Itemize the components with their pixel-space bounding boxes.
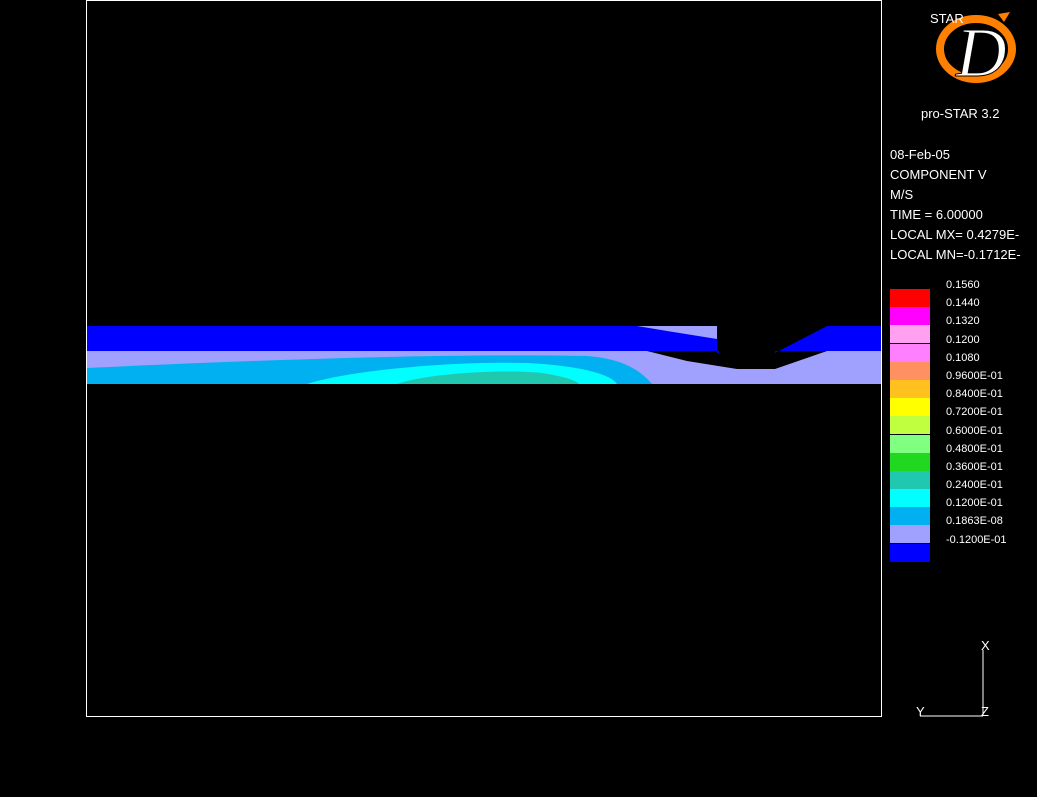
time-label: TIME = 6.00000 <box>890 207 983 222</box>
legend-label: 0.1080 <box>946 351 980 364</box>
legend-swatch <box>890 434 930 453</box>
legend-swatch <box>890 416 930 435</box>
legend-label: 0.1200E-01 <box>946 497 1003 510</box>
legend-swatch <box>890 325 930 344</box>
legend-swatch <box>890 543 930 562</box>
logo-star-text: STAR <box>930 11 964 26</box>
legend-label: 0.1560 <box>946 279 980 291</box>
legend-swatch <box>890 525 930 544</box>
legend-swatch <box>890 379 930 398</box>
svg-text:D: D <box>955 15 1007 92</box>
legend-label: 0.4800E-01 <box>946 442 1003 455</box>
version-label: pro-STAR 3.2 <box>921 106 1000 121</box>
legend-label: -0.1200E-01 <box>946 533 1007 546</box>
axis-lines <box>920 650 984 717</box>
legend-label: 0.1320 <box>946 315 980 328</box>
legend-label: 0.6000E-01 <box>946 424 1003 437</box>
legend-swatch <box>890 343 930 362</box>
legend-swatch <box>890 307 930 326</box>
date-label: 08-Feb-05 <box>890 147 950 162</box>
legend-swatch <box>890 452 930 471</box>
legend-label: 0.1200 <box>946 333 980 346</box>
legend-label: 0.1440 <box>946 297 980 310</box>
units-label: M/S <box>890 187 914 202</box>
axis-z-label: Z <box>981 704 989 719</box>
legend-swatch <box>890 361 930 380</box>
legend-swatch <box>890 289 930 307</box>
legend-label: 0.1863E-08 <box>946 515 1003 528</box>
axis-triad: X Y Z <box>910 636 1010 726</box>
legend-label: 0.2400E-01 <box>946 479 1003 492</box>
local-max-label: LOCAL MX= 0.4279E- <box>890 227 1020 242</box>
contour-plot <box>87 323 881 384</box>
axis-x-label: X <box>981 638 990 653</box>
plot-viewport[interactable] <box>86 0 882 717</box>
legend-swatch <box>890 398 930 417</box>
legend-swatch <box>890 470 930 489</box>
component-label: COMPONENT V <box>890 167 987 182</box>
legend-swatch <box>890 507 930 526</box>
legend-label: 0.9600E-01 <box>946 369 1003 382</box>
step-obstacle <box>717 323 787 353</box>
info-panel: 08-Feb-05 COMPONENT V M/S TIME = 6.00000… <box>890 145 1021 265</box>
legend-label: 0.8400E-01 <box>946 388 1003 401</box>
axis-y-label: Y <box>916 704 925 719</box>
legend-label: 0.7200E-01 <box>946 406 1003 419</box>
legend-label: 0.3600E-01 <box>946 460 1003 473</box>
legend-swatch <box>890 489 930 508</box>
local-min-label: LOCAL MN=-0.1712E- <box>890 247 1021 262</box>
